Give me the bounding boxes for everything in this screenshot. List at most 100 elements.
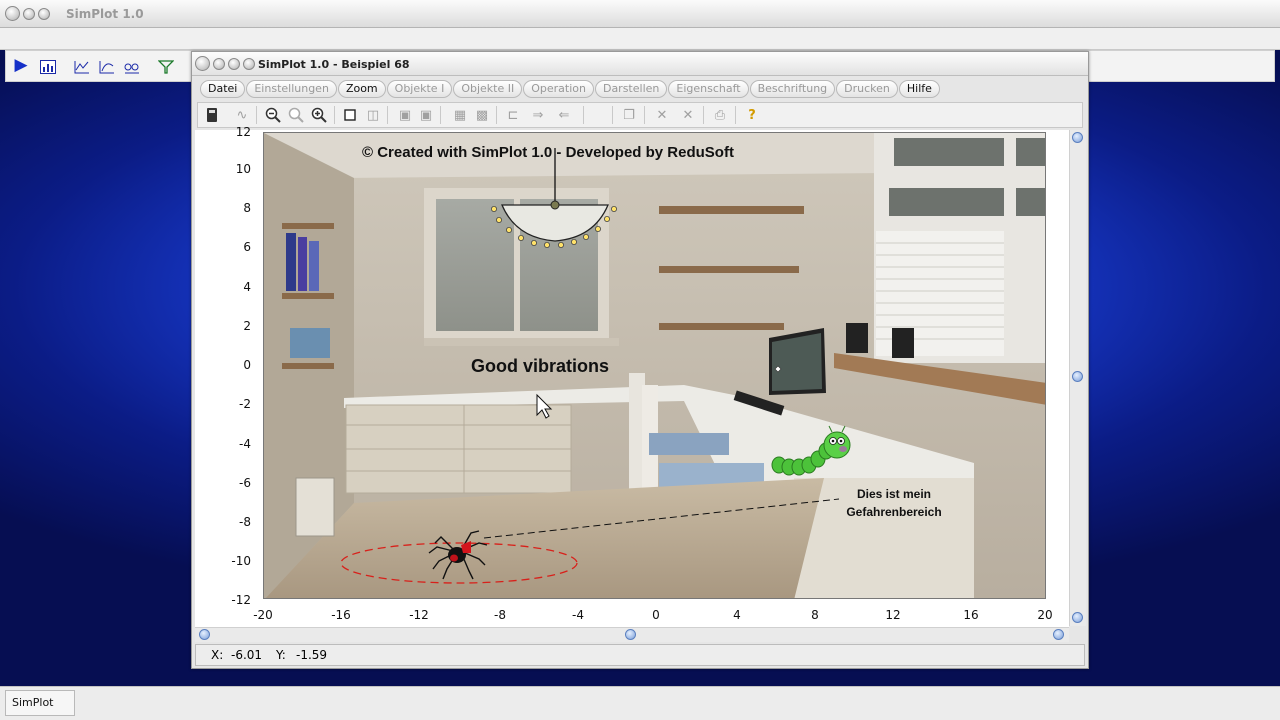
y-tick-label: -2: [239, 397, 251, 411]
delete-all-icon[interactable]: ✕: [680, 107, 696, 123]
menu-datei[interactable]: Datei: [200, 80, 246, 98]
menu-darstellen[interactable]: Darstellen: [594, 80, 668, 98]
print-icon[interactable]: ⎙: [712, 107, 728, 123]
maximize-button[interactable]: [228, 58, 240, 70]
minimize-button[interactable]: [213, 58, 225, 70]
y-tick-label: 12: [235, 125, 251, 139]
menu-hilfe[interactable]: Hilfe: [898, 80, 940, 98]
menu-eigenschaft[interactable]: Eigenschaft: [668, 80, 749, 98]
menu-bar: Datei Einstellungen Zoom Objekte I Objek…: [200, 80, 1080, 101]
x-tick-label: -20: [253, 608, 273, 622]
scroll-up-button[interactable]: [1072, 132, 1083, 143]
scroll-left-button[interactable]: [199, 629, 210, 640]
menu-objekte-1[interactable]: Objekte I: [386, 80, 453, 98]
window-controls: [195, 56, 255, 71]
close-button[interactable]: [195, 56, 210, 71]
y-tick-label: 0: [243, 358, 251, 372]
plot-line-icon[interactable]: [73, 59, 91, 75]
x-tick-label: -8: [494, 608, 506, 622]
filter-icon[interactable]: [157, 59, 175, 75]
outer-window-title: SimPlot 1.0: [66, 7, 144, 21]
scroll-right-button[interactable]: [1053, 629, 1064, 640]
menu-objekte-2[interactable]: Objekte II: [453, 80, 523, 98]
y-tick-label: 8: [243, 201, 251, 215]
y-tick-label: -6: [239, 476, 251, 490]
status-x-label: X:: [211, 648, 224, 662]
y-tick-label: -10: [231, 554, 251, 568]
y-tick-label: 2: [243, 319, 251, 333]
room-scene: [264, 133, 1045, 598]
calculator-icon[interactable]: [204, 107, 220, 123]
layer2-icon[interactable]: ▣: [418, 107, 434, 123]
taskbar-item-simplot[interactable]: SimPlot 1.0: [5, 690, 75, 716]
plot-scatter-icon[interactable]: [98, 59, 116, 75]
taskbar: SimPlot 1.0: [0, 686, 1280, 720]
play-icon[interactable]: ▶: [12, 55, 30, 75]
curve-icon[interactable]: ∿: [234, 107, 250, 123]
vertical-scrollbar[interactable]: [1069, 130, 1086, 626]
y-tick-label: -8: [239, 515, 251, 529]
x-tick-label: -16: [331, 608, 351, 622]
annotation-text: Dies ist mein Gefahrenbereich: [824, 485, 964, 521]
y-tick-label: -12: [231, 593, 251, 607]
zoom-reset-icon[interactable]: [288, 107, 304, 123]
status-y-label: Y:: [276, 648, 286, 662]
x-tick-label: 16: [963, 608, 979, 622]
x-tick-label: -12: [409, 608, 429, 622]
y-tick-label: 4: [243, 280, 251, 294]
rectangle-icon[interactable]: [342, 107, 358, 123]
restore-button[interactable]: [243, 58, 255, 70]
help-icon[interactable]: ?: [744, 107, 760, 123]
menu-drucken[interactable]: Drucken: [836, 80, 898, 98]
outer-menu-bar: [0, 28, 1280, 50]
x-tick-label: 8: [811, 608, 819, 622]
scroll-down-button[interactable]: [1072, 612, 1083, 623]
status-y-value: -1.59: [296, 648, 328, 662]
status-x-value: -6.01: [231, 648, 263, 662]
insert-icon[interactable]: ⊏: [505, 107, 521, 123]
window-title-bar: SimPlot 1.0 - Beispiel 68: [192, 52, 1088, 76]
y-tick-label: 10: [235, 162, 251, 176]
delete-icon[interactable]: ✕: [654, 107, 670, 123]
x-tick-label: 0: [652, 608, 660, 622]
menu-beschriftung[interactable]: Beschriftung: [749, 80, 836, 98]
horizontal-scrollbar[interactable]: [195, 627, 1069, 642]
zoom-in-icon[interactable]: [311, 107, 327, 123]
table-edit-icon[interactable]: ▩: [474, 107, 490, 123]
y-tick-label: -4: [239, 437, 251, 451]
copyright-text: © Created with SimPlot 1.0 - Developed b…: [362, 144, 734, 161]
horizontal-scroll-thumb[interactable]: [625, 629, 636, 640]
annotation-line-2: Gefahrenbereich: [846, 505, 942, 519]
menu-einstellungen[interactable]: Einstellungen: [246, 80, 337, 98]
layer-icon[interactable]: ▣: [397, 107, 413, 123]
plot-area[interactable]: 12 10 8 6 4 2 0 -2 -4 -6 -8 -10 -12 © Cr…: [195, 125, 1069, 630]
simplot-window: SimPlot 1.0 - Beispiel 68 Datei Einstell…: [191, 51, 1089, 669]
split-icon[interactable]: ◫: [365, 107, 381, 123]
table-icon[interactable]: ▦: [452, 107, 468, 123]
copy-icon[interactable]: ❐: [621, 107, 637, 123]
outer-close-button[interactable]: [5, 6, 20, 21]
outer-minimize-button[interactable]: [23, 8, 35, 20]
x-tick-label: -4: [572, 608, 584, 622]
plot-bar-icon[interactable]: [39, 59, 57, 75]
outer-title-bar: SimPlot 1.0: [0, 0, 1280, 28]
plot-percent-icon[interactable]: [123, 59, 141, 75]
arrow-left-icon[interactable]: ⇐: [556, 107, 572, 123]
outer-maximize-button[interactable]: [38, 8, 50, 20]
plot-caption: Good vibrations: [471, 356, 610, 376]
menu-zoom[interactable]: Zoom: [337, 80, 386, 98]
menu-operation[interactable]: Operation: [523, 80, 594, 98]
vertical-scroll-thumb[interactable]: [1072, 371, 1083, 382]
annotation-line-1: Dies ist mein: [856, 487, 932, 501]
x-tick-label: 12: [885, 608, 901, 622]
outer-window-controls: [5, 6, 50, 21]
x-tick-label: 4: [733, 608, 741, 622]
zoom-out-icon[interactable]: [265, 107, 281, 123]
x-tick-label: 20: [1037, 608, 1053, 622]
room-photo: © Created with SimPlot 1.0 - Developed b…: [263, 132, 1046, 599]
window-title: SimPlot 1.0 - Beispiel 68: [258, 58, 410, 71]
arrow-right-icon[interactable]: ⇒: [530, 107, 546, 123]
y-tick-label: 6: [243, 240, 251, 254]
toolbar: ∿ ◫ ▣ ▣ ▦ ▩ ⊏ ⇒ ⇐ ❐ ✕ ✕ ⎙ ?: [197, 102, 1083, 128]
status-bar: X: -6.01 Y: -1.59: [195, 644, 1085, 666]
